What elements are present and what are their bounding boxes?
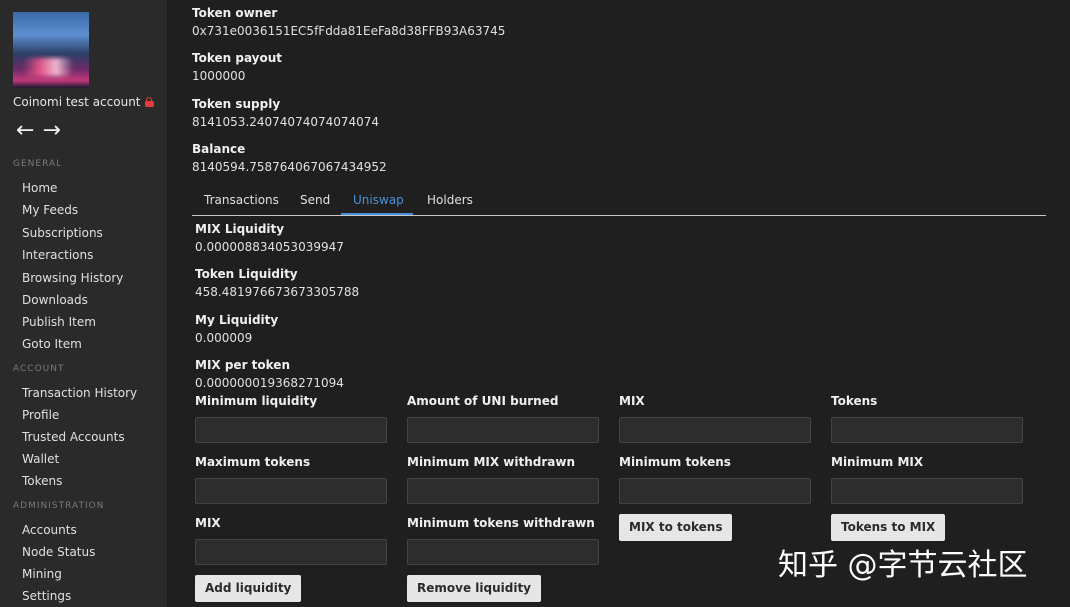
swap-mix-input[interactable] [619,417,811,443]
min-mix-label: Minimum MIX [831,455,924,469]
mix-per-token-label: MIX per token [195,358,290,372]
my-liquidity-label: My Liquidity [195,313,279,327]
sidebar-item-mining[interactable]: Mining [22,567,62,581]
lock-icon [144,97,154,107]
tab-holders[interactable]: Holders [427,193,473,207]
remove-liquidity-button[interactable]: Remove liquidity [407,575,541,602]
sidebar-item-interactions[interactable]: Interactions [22,248,93,262]
add-liquidity-button[interactable]: Add liquidity [195,575,302,602]
token-liquidity-label: Token Liquidity [195,267,298,281]
token-payout-label: Token payout [192,51,283,65]
mix-to-tokens-button[interactable]: MIX to tokens [619,514,733,541]
sidebar-item-goto-item[interactable]: Goto Item [22,337,82,351]
mix-liquidity-label: MIX Liquidity [195,222,285,236]
my-liquidity-value: 0.000009 [195,331,253,345]
section-account: ACCOUNT [13,364,65,374]
max-tokens-label: Maximum tokens [195,455,311,469]
sidebar-item-browsing-history[interactable]: Browsing History [22,271,123,285]
sidebar-item-publish-item[interactable]: Publish Item [22,315,96,329]
sidebar-item-settings[interactable]: Settings [22,589,71,603]
min-mix-withdrawn-input[interactable] [407,478,599,504]
tab-transactions[interactable]: Transactions [204,193,279,207]
uni-burned-input[interactable] [407,417,599,443]
token-liquidity-value: 458.481976673673305788 [195,285,360,299]
token-owner-label: Token owner [192,6,278,20]
sidebar-item-downloads[interactable]: Downloads [22,293,88,307]
token-supply-label: Token supply [192,97,281,111]
add-mix-input[interactable] [195,539,387,565]
sidebar: Coinomi test account ← → GENERAL Home My … [0,0,167,607]
min-tokens-input[interactable] [619,478,811,504]
min-mix-withdrawn-label: Minimum MIX withdrawn [407,455,575,469]
min-tokens-label: Minimum tokens [619,455,731,469]
token-supply-value: 8141053.24074074074074074 [192,115,380,129]
min-mix-input[interactable] [831,478,1023,504]
min-liquidity-input[interactable] [195,417,387,443]
section-administration: ADMINISTRATION [13,501,105,511]
sidebar-item-node-status[interactable]: Node Status [22,545,95,559]
active-tab-indicator [341,213,413,215]
token-owner-value: 0x731e0036151EC5fFdda81EeFa8d38FFB93A637… [192,24,506,38]
account-name-label: Coinomi test account [13,95,141,109]
sidebar-item-wallet[interactable]: Wallet [22,452,59,466]
watermark: 知乎 @字节云社区 [778,548,1028,583]
add-mix-label: MIX [195,516,221,530]
min-tokens-withdrawn-label: Minimum tokens withdrawn [407,516,595,530]
sidebar-item-transaction-history[interactable]: Transaction History [22,386,137,400]
back-arrow-icon[interactable]: ← [16,118,34,143]
nav-arrows: ← → [16,120,69,142]
balance-value: 8140594.758764067067434952 [192,160,387,174]
sidebar-item-profile[interactable]: Profile [22,408,59,422]
token-payout-value: 1000000 [192,69,246,83]
account-name[interactable]: Coinomi test account [13,95,154,109]
min-tokens-withdrawn-input[interactable] [407,539,599,565]
sidebar-item-tokens[interactable]: Tokens [22,474,62,488]
account-avatar[interactable] [13,12,89,88]
sidebar-item-my-feeds[interactable]: My Feeds [22,203,78,217]
sidebar-item-home[interactable]: Home [22,181,57,195]
sidebar-item-subscriptions[interactable]: Subscriptions [22,226,103,240]
max-tokens-input[interactable] [195,478,387,504]
sidebar-item-trusted-accounts[interactable]: Trusted Accounts [22,430,125,444]
sidebar-item-accounts[interactable]: Accounts [22,523,77,537]
uni-burned-label: Amount of UNI burned [407,394,559,408]
tab-send[interactable]: Send [300,193,330,207]
mix-liquidity-value: 0.000008834053039947 [195,240,344,254]
mix-per-token-value: 0.000000019368271094 [195,376,344,390]
swap-mix-label: MIX [619,394,645,408]
min-liquidity-label: Minimum liquidity [195,394,318,408]
tokens-to-mix-button[interactable]: Tokens to MIX [831,514,946,541]
forward-arrow-icon[interactable]: → [42,118,60,143]
tab-bar: Transactions Send Uniswap Holders [192,188,1046,216]
balance-label: Balance [192,142,246,156]
swap-tokens-label: Tokens [831,394,878,408]
swap-tokens-input[interactable] [831,417,1023,443]
section-general: GENERAL [13,159,63,169]
tab-uniswap[interactable]: Uniswap [353,193,404,207]
